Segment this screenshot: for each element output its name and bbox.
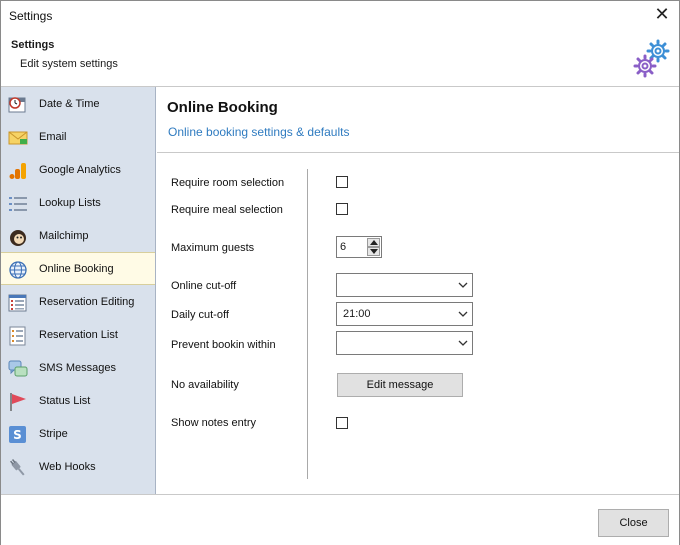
dialog-header: Settings Edit system settings (1, 30, 679, 87)
globe-icon (9, 261, 27, 279)
bar-chart-icon (9, 163, 26, 179)
close-button[interactable]: Close (598, 509, 669, 537)
require-meal-label: Require meal selection (171, 204, 283, 216)
sidebar-item-label: Email (39, 131, 67, 143)
header-title: Settings (11, 39, 55, 51)
sidebar-item-reservation-list[interactable]: Reservation List (1, 319, 155, 352)
require-room-checkbox[interactable] (336, 176, 348, 188)
sidebar-item-mailchimp[interactable]: Mailchimp (1, 220, 155, 253)
mailchimp-icon (10, 230, 26, 246)
sidebar-item-lookup-lists[interactable]: Lookup Lists (1, 187, 155, 220)
chevron-down-icon (458, 311, 468, 317)
daily-cutoff-value: 21:00 (343, 308, 371, 320)
prevent-booking-select[interactable] (336, 331, 473, 355)
stepper-down-button[interactable] (367, 247, 380, 256)
max-guests-value[interactable]: 6 (340, 241, 346, 253)
panel-title: Online Booking (167, 99, 278, 116)
online-cutoff-label: Online cut-off (171, 280, 237, 292)
daily-cutoff-select[interactable]: 21:00 (336, 302, 473, 326)
stepper-up-button[interactable] (367, 238, 380, 247)
sidebar-item-label: Lookup Lists (39, 197, 101, 209)
max-guests-stepper[interactable]: 6 (336, 236, 382, 258)
sidebar-item-label: Web Hooks (39, 461, 96, 473)
sidebar-item-label: Reservation Editing (39, 296, 135, 308)
header-subtitle: Edit system settings (20, 58, 118, 70)
settings-window: Settings ✕ Settings Edit system settings (0, 0, 680, 545)
sidebar-item-label: Mailchimp (39, 230, 89, 242)
require-meal-checkbox[interactable] (336, 203, 348, 215)
sidebar-item-label: Date & Time (39, 98, 100, 110)
list-icon (9, 197, 27, 211)
settings-sidebar: Date & Time Email Google Analytics Looku… (1, 87, 156, 494)
dialog-footer: Close (1, 494, 679, 545)
online-booking-panel: Online Booking Online booking settings &… (157, 87, 679, 494)
label-divider (307, 169, 308, 479)
prevent-booking-label: Prevent bookin within (171, 339, 276, 351)
sidebar-item-stripe[interactable]: S Stripe (1, 418, 155, 451)
document-list-icon (9, 326, 26, 346)
daily-cutoff-label: Daily cut-off (171, 309, 229, 321)
chat-bubbles-icon (8, 360, 28, 377)
sidebar-item-date-time[interactable]: Date & Time (1, 88, 155, 121)
window-title: Settings (9, 9, 53, 23)
sidebar-item-label: Status List (39, 395, 91, 407)
title-bar: Settings ✕ (1, 1, 679, 30)
max-guests-label: Maximum guests (171, 242, 255, 254)
caret-down-icon (370, 249, 378, 254)
caret-up-icon (370, 240, 378, 245)
envelope-icon (8, 131, 28, 145)
show-notes-label: Show notes entry (171, 417, 256, 429)
sidebar-item-label: Stripe (39, 428, 68, 440)
flag-icon (10, 393, 26, 411)
panel-header: Online Booking Online booking settings &… (157, 87, 679, 153)
stepper-arrows (367, 238, 380, 256)
no-availability-label: No availability (171, 379, 239, 391)
sidebar-item-label: SMS Messages (39, 362, 117, 374)
panel-subtitle: Online booking settings & defaults (168, 125, 350, 139)
sidebar-item-label: Online Booking (39, 263, 114, 275)
sidebar-item-status-list[interactable]: Status List (1, 385, 155, 418)
gears-icon (633, 39, 670, 78)
form-edit-icon (8, 294, 27, 312)
sidebar-item-label: Reservation List (39, 329, 118, 341)
sidebar-item-email[interactable]: Email (1, 121, 155, 154)
sidebar-item-label: Google Analytics (39, 164, 121, 176)
sidebar-item-google-analytics[interactable]: Google Analytics (1, 154, 155, 187)
online-cutoff-select[interactable] (336, 273, 473, 297)
stripe-icon: S (9, 426, 26, 443)
plug-icon (10, 459, 25, 476)
window-close-button[interactable]: ✕ (651, 4, 673, 26)
chevron-down-icon (458, 282, 468, 288)
chevron-down-icon (458, 340, 468, 346)
svg-text:S: S (13, 428, 22, 442)
sidebar-item-web-hooks[interactable]: Web Hooks (1, 451, 155, 484)
require-room-label: Require room selection (171, 177, 285, 189)
sidebar-item-online-booking[interactable]: Online Booking (1, 252, 155, 285)
sidebar-item-reservation-editing[interactable]: Reservation Editing (1, 286, 155, 319)
show-notes-checkbox[interactable] (336, 417, 348, 429)
clock-calendar-icon (8, 97, 26, 113)
sidebar-item-sms-messages[interactable]: SMS Messages (1, 352, 155, 385)
edit-message-button[interactable]: Edit message (337, 373, 463, 397)
